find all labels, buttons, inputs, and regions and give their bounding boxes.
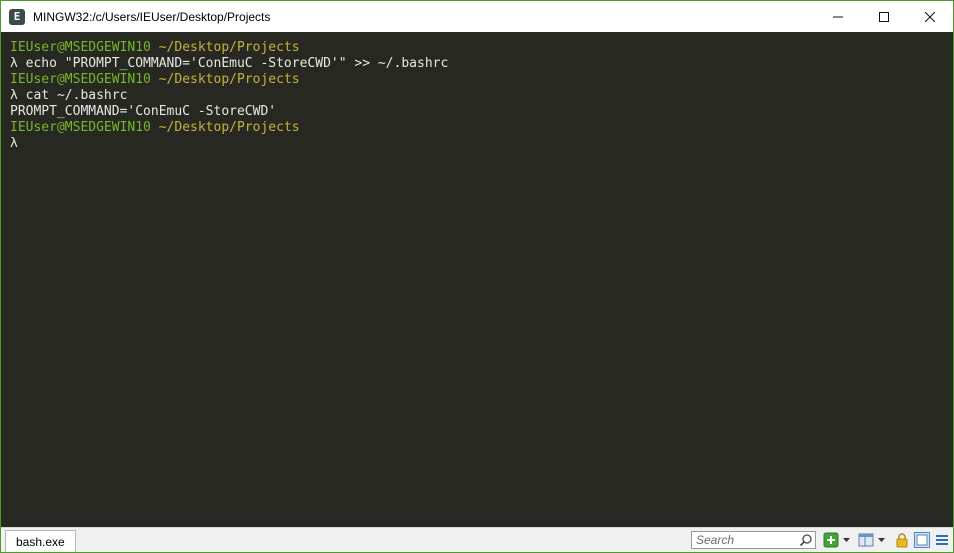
- title-bar[interactable]: E MINGW32:/c/Users/IEUser/Desktop/Projec…: [1, 1, 953, 32]
- lock-icon[interactable]: [894, 532, 910, 548]
- maximize-icon: [879, 11, 889, 22]
- app-icon[interactable]: E: [9, 8, 25, 25]
- window-title: MINGW32:/c/Users/IEUser/Desktop/Projects: [33, 9, 271, 24]
- prompt-user-host: IEUser@MSEDGEWIN10: [10, 72, 151, 87]
- command-line: λ: [10, 136, 953, 152]
- output-line: PROMPT_COMMAND='ConEmuC -StoreCWD': [10, 104, 953, 120]
- status-bar: bash.exe Search: [1, 527, 953, 552]
- close-icon: [925, 11, 935, 22]
- maximize-button[interactable]: [861, 1, 907, 32]
- search-placeholder: Search: [696, 533, 735, 547]
- command-text: λ cat ~/.bashrc: [10, 88, 128, 103]
- prompt-path: ~/Desktop/Projects: [158, 120, 300, 135]
- menu-icon[interactable]: [934, 532, 950, 548]
- search-icon[interactable]: [799, 533, 813, 547]
- tab-bash[interactable]: bash.exe: [5, 530, 76, 552]
- window-controls: [815, 1, 953, 32]
- prompt-path: ~/Desktop/Projects: [158, 72, 300, 87]
- command-line: λ cat ~/.bashrc: [10, 88, 953, 104]
- chevron-down-icon: [843, 538, 850, 542]
- prompt-user-host: IEUser@MSEDGEWIN10: [10, 40, 151, 55]
- minimize-button[interactable]: [815, 1, 861, 32]
- terminal-area[interactable]: IEUser@MSEDGEWIN10 ~/Desktop/Projects λ e…: [1, 32, 953, 527]
- split-icon[interactable]: [858, 532, 874, 548]
- minimize-icon: [833, 16, 843, 17]
- view-icon[interactable]: [914, 532, 930, 548]
- prompt-line: IEUser@MSEDGEWIN10 ~/Desktop/Projects: [10, 72, 953, 88]
- new-console-icon[interactable]: [823, 532, 839, 548]
- conemu-window: E MINGW32:/c/Users/IEUser/Desktop/Projec…: [0, 0, 954, 553]
- close-button[interactable]: [907, 1, 953, 32]
- prompt-user-host: IEUser@MSEDGEWIN10: [10, 120, 151, 135]
- command-line: λ echo "PROMPT_COMMAND='ConEmuC -StoreCW…: [10, 56, 953, 72]
- command-text: λ: [10, 136, 18, 151]
- new-console-dropdown[interactable]: [842, 532, 851, 548]
- prompt-path: ~/Desktop/Projects: [158, 40, 300, 55]
- output-text: PROMPT_COMMAND='ConEmuC -StoreCWD': [10, 104, 277, 119]
- prompt-line: IEUser@MSEDGEWIN10 ~/Desktop/Projects: [10, 40, 953, 56]
- command-text: λ echo "PROMPT_COMMAND='ConEmuC -StoreCW…: [10, 56, 449, 71]
- search-input[interactable]: Search: [691, 531, 816, 549]
- split-dropdown[interactable]: [877, 532, 886, 548]
- chevron-down-icon: [878, 538, 885, 542]
- prompt-line: IEUser@MSEDGEWIN10 ~/Desktop/Projects: [10, 120, 953, 136]
